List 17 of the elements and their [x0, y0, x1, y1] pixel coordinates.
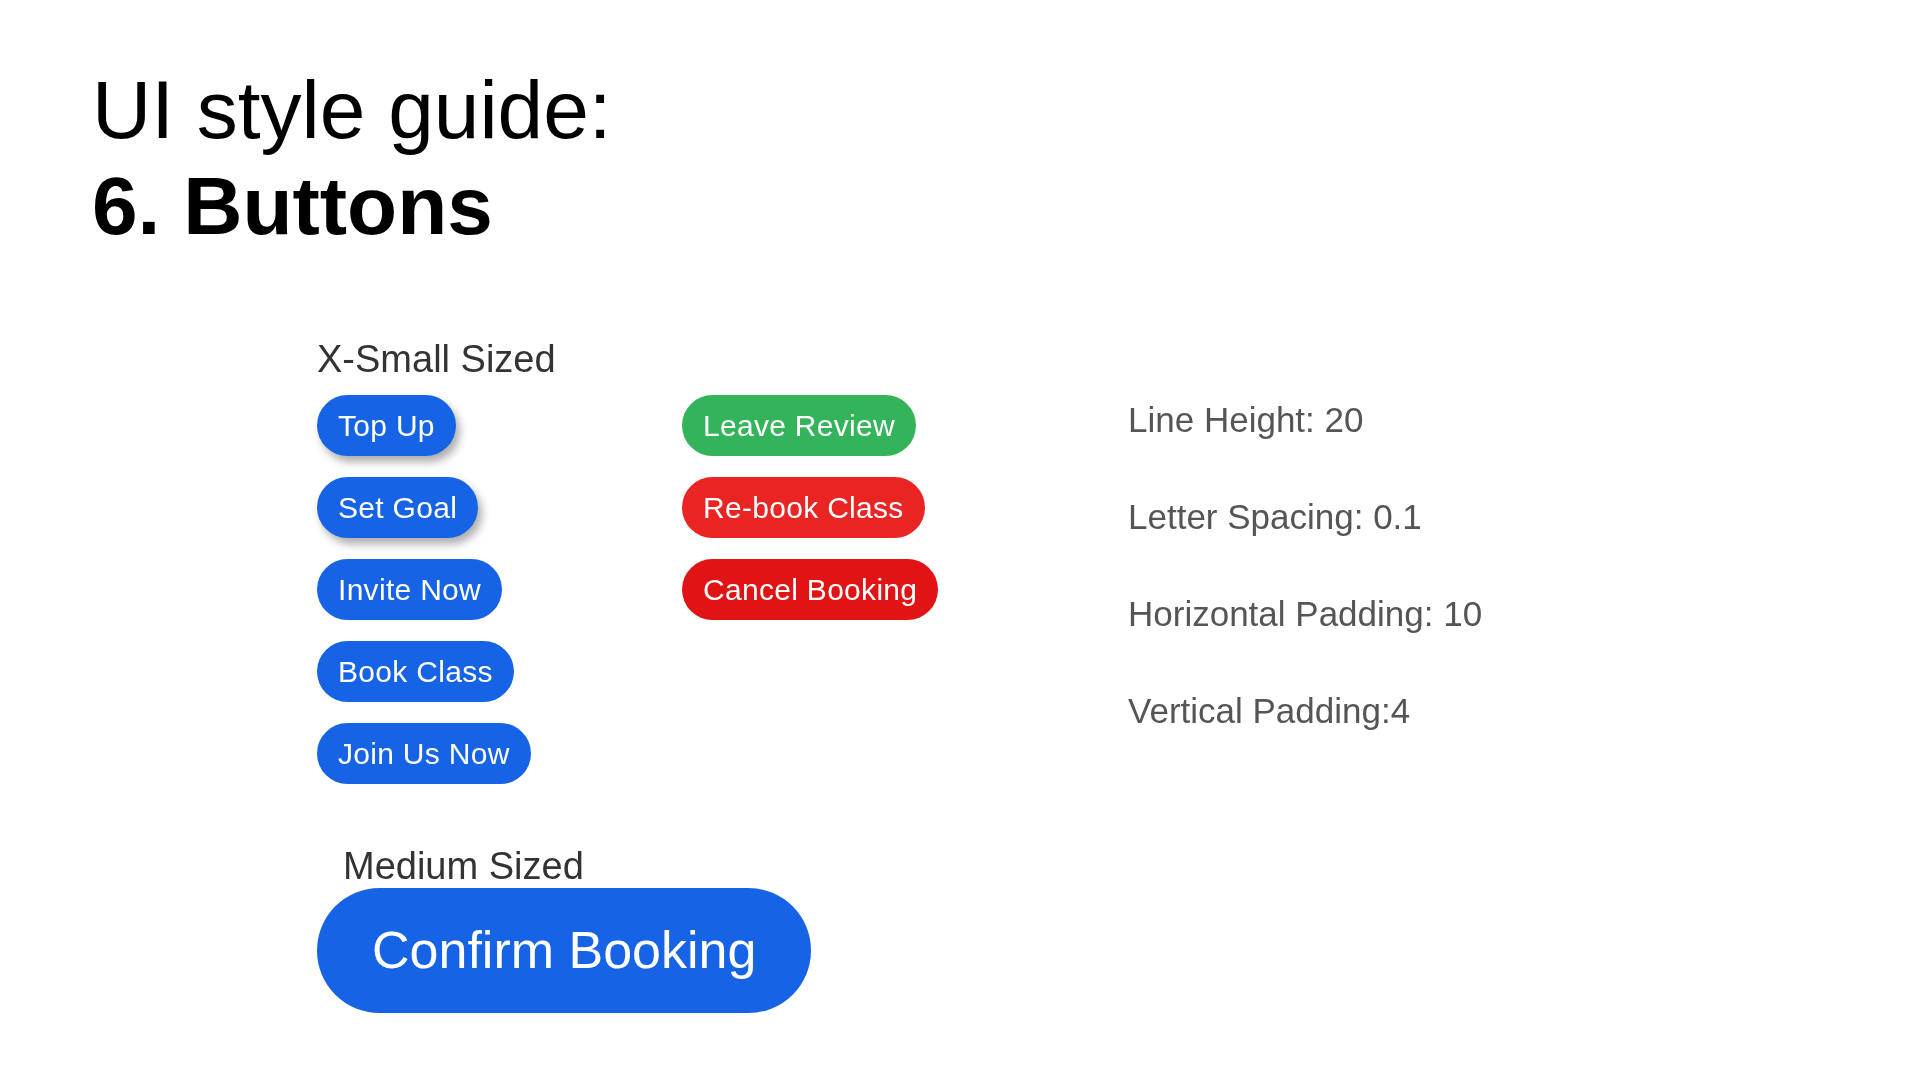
pill-button[interactable]: Book Class: [317, 641, 514, 702]
large-pill-button[interactable]: Confirm Booking: [317, 888, 812, 1013]
section-label: X-Small Sized: [317, 337, 556, 381]
spec-text: Vertical Padding:4: [1128, 690, 1411, 732]
heading-text: 6. Buttons: [92, 159, 494, 253]
pill-button[interactable]: Top Up: [317, 395, 456, 456]
spec-text: Horizontal Padding: 10: [1128, 593, 1483, 635]
pill-button[interactable]: Re-book Class: [682, 477, 925, 538]
spec-text: Letter Spacing: 0.1: [1128, 496, 1422, 538]
pill-button[interactable]: Leave Review: [682, 395, 917, 456]
pill-button[interactable]: Join Us Now: [317, 723, 531, 784]
pill-button[interactable]: Invite Now: [317, 559, 503, 620]
spec-text: Line Height: 20: [1128, 399, 1364, 441]
pill-button[interactable]: Set Goal: [317, 477, 479, 538]
pill-button[interactable]: Cancel Booking: [682, 559, 939, 620]
section-label: Medium Sized: [343, 844, 584, 888]
title-text: UI style guide:: [92, 63, 613, 157]
